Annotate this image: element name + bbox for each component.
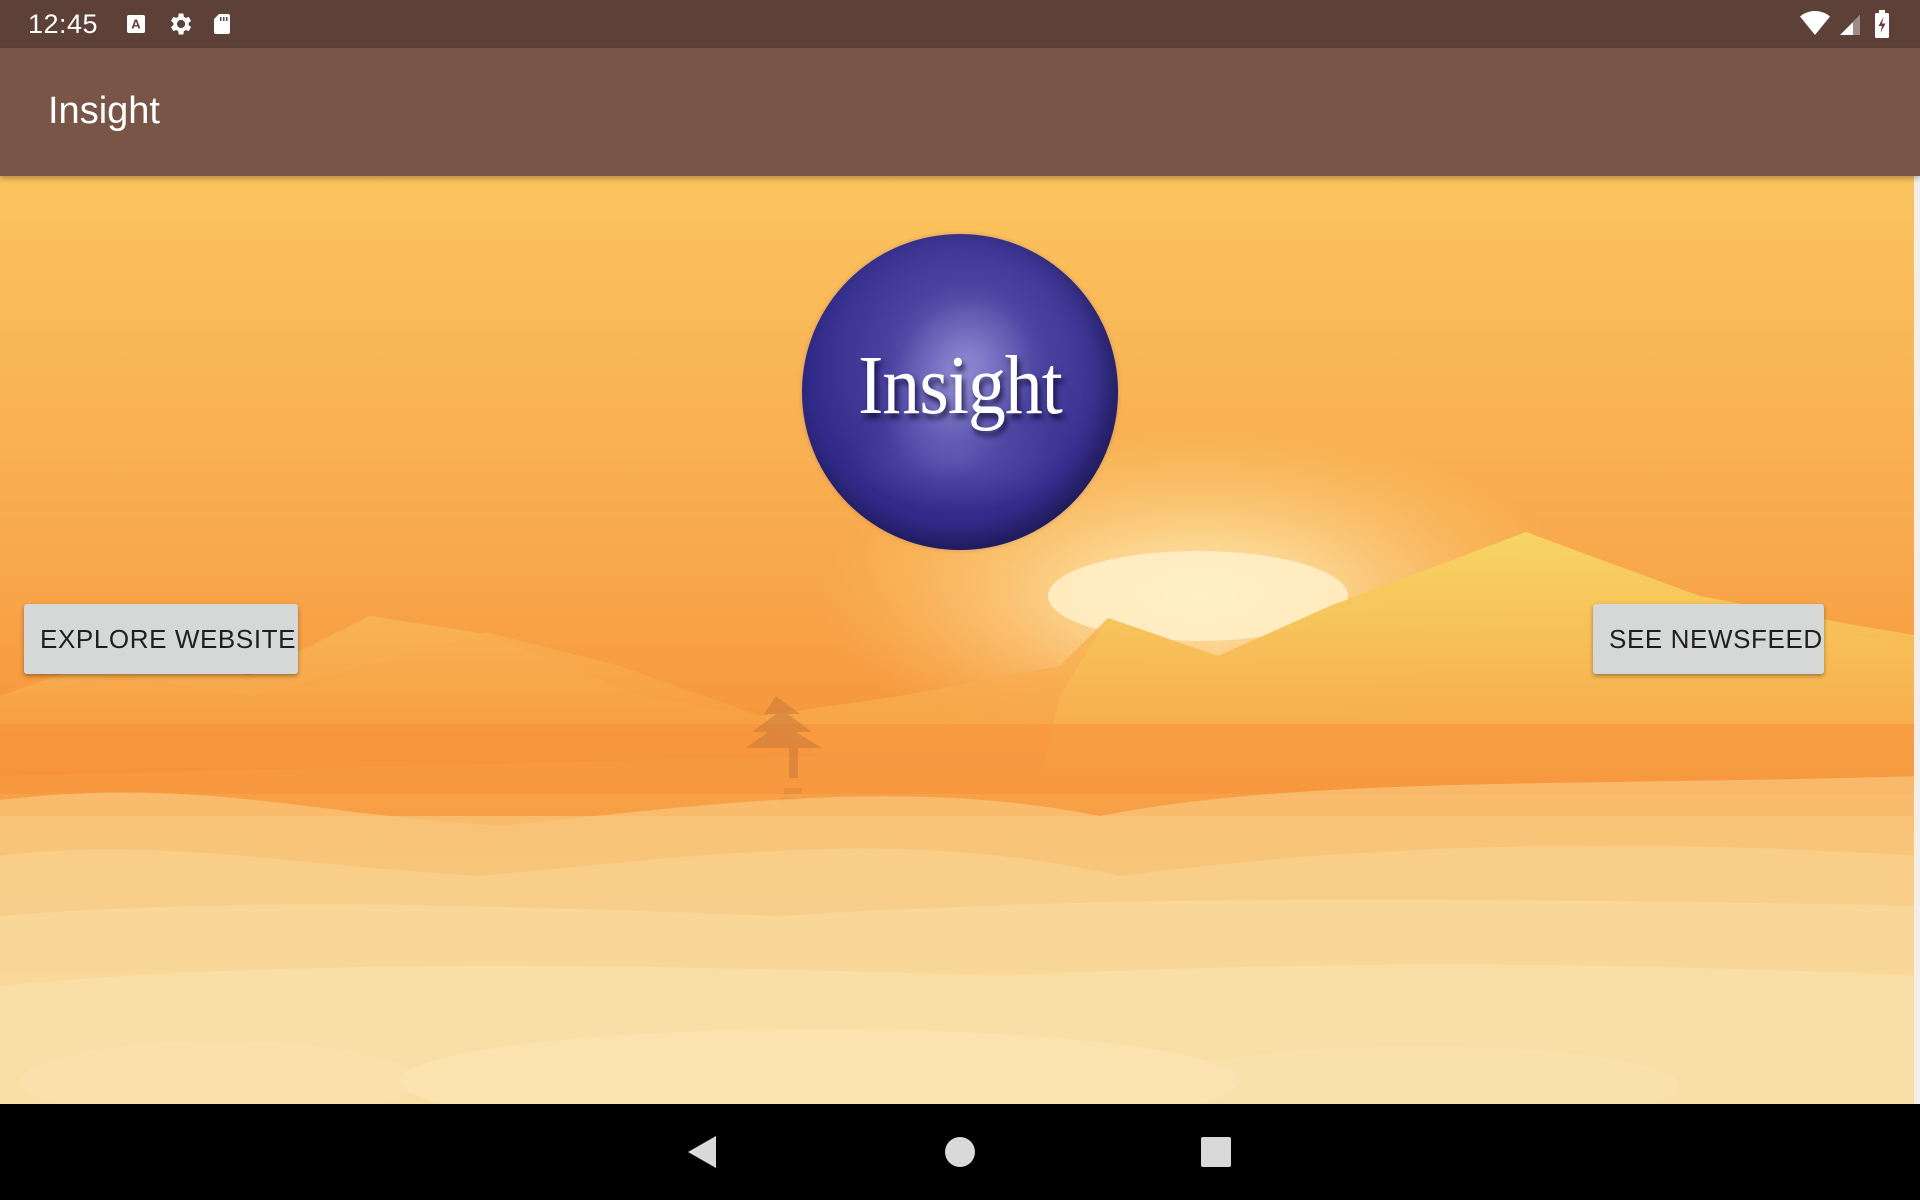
insight-logo: Insight — [802, 234, 1118, 550]
battery-charging-icon — [1874, 10, 1890, 38]
scroll-edge — [1914, 176, 1920, 1104]
logo-text: Insight — [858, 339, 1063, 432]
see-newsfeed-button[interactable]: SEE NEWSFEED — [1593, 604, 1824, 674]
app-bar: Insight — [0, 48, 1920, 176]
wifi-icon — [1800, 11, 1830, 37]
recents-icon[interactable] — [1186, 1122, 1246, 1182]
cell-signal-icon — [1838, 13, 1862, 37]
explore-website-button[interactable]: EXPLORE WEBSITE — [24, 604, 298, 674]
home-icon[interactable] — [930, 1122, 990, 1182]
svg-text:A: A — [131, 17, 141, 32]
app-title: Insight — [48, 90, 160, 132]
navigation-bar — [0, 1104, 1920, 1200]
settings-gear-icon — [166, 10, 194, 38]
sd-card-icon — [210, 12, 234, 36]
status-bar: 12:45 A — [0, 0, 1920, 48]
keyboard-a-icon: A — [124, 12, 148, 36]
main-content: Insight EXPLORE WEBSITE SEE NEWSFEED — [0, 176, 1920, 1104]
app-screen: 12:45 A Insight Insight EXPLORE WEBSITE … — [0, 0, 1920, 1200]
status-time: 12:45 — [28, 9, 99, 39]
back-icon[interactable] — [672, 1122, 732, 1182]
